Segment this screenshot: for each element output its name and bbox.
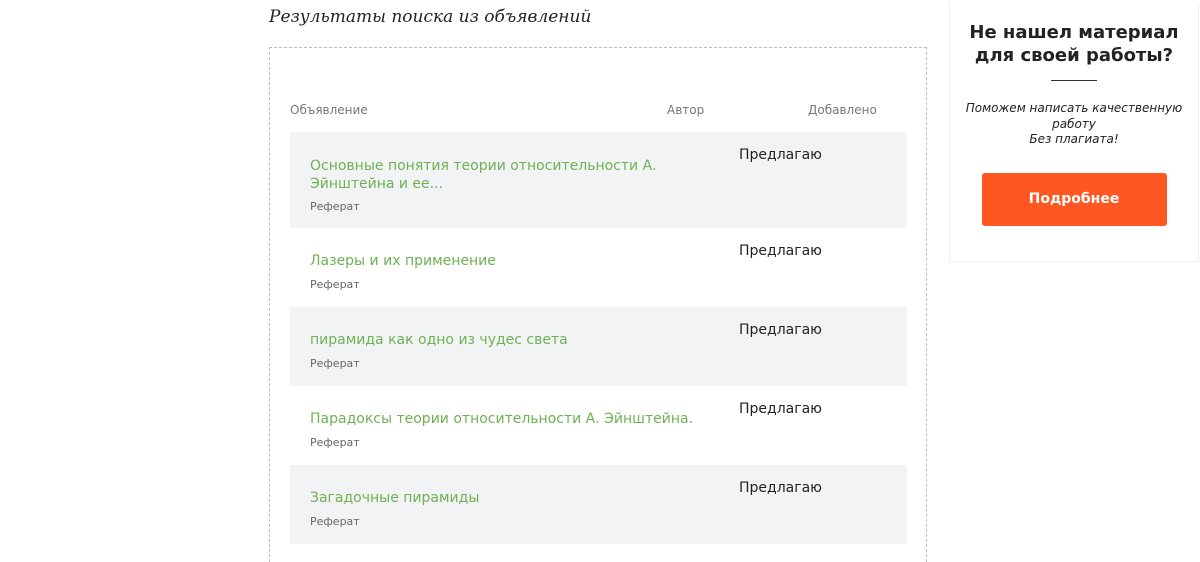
results-panel: Объявление Автор Добавлено Основные поня…: [269, 47, 927, 562]
help-card-text-line1: Поможем написать качественную работу: [965, 101, 1183, 131]
result-type: Реферат: [310, 200, 360, 213]
result-author: Предлагаю: [739, 401, 822, 417]
result-type: Реферат: [310, 515, 360, 528]
more-details-button[interactable]: Подробнее: [981, 172, 1167, 226]
column-header-added: Добавлено: [808, 103, 877, 117]
result-author: Предлагаю: [739, 147, 822, 163]
results-heading: Результаты поиска из объявлений: [269, 7, 592, 27]
page: Результаты поиска из объявлений Объявлен…: [0, 0, 1200, 562]
result-row: Загадочные пирамиды Реферат Предлагаю: [290, 465, 907, 544]
result-row: Лазеры и их применение Реферат Предлагаю: [290, 228, 907, 307]
result-type: Реферат: [310, 436, 360, 449]
result-title-link[interactable]: пирамида как одно из чудес света: [310, 331, 700, 349]
help-card-text-line2: Без плагиата!: [1029, 132, 1119, 146]
help-card-divider: [1051, 80, 1097, 81]
result-row: Основные понятия теории относительности …: [290, 132, 907, 228]
result-author: Предлагаю: [739, 480, 822, 496]
result-author: Предлагаю: [739, 243, 822, 259]
result-row: пирамида как одно из чудес света Реферат…: [290, 307, 907, 386]
result-title-link[interactable]: Лазеры и их применение: [310, 252, 700, 270]
help-card-text: Поможем написать качественную работу Без…: [950, 101, 1198, 148]
column-header-author: Автор: [667, 103, 705, 117]
result-title-link[interactable]: Загадочные пирамиды: [310, 489, 700, 507]
column-header-ad: Объявление: [290, 103, 368, 117]
help-card-title: Не нашел материал для своей работы?: [969, 22, 1179, 66]
result-title-link[interactable]: Основные понятия теории относительности …: [310, 157, 700, 193]
results-list: Основные понятия теории относительности …: [290, 132, 907, 544]
result-title-link[interactable]: Парадоксы теории относительности А. Эйнш…: [310, 410, 700, 428]
result-type: Реферат: [310, 357, 360, 370]
result-author: Предлагаю: [739, 322, 822, 338]
help-card: Не нашел материал для своей работы? Помо…: [949, 3, 1199, 262]
result-row: Парадоксы теории относительности А. Эйнш…: [290, 386, 907, 465]
result-type: Реферат: [310, 278, 360, 291]
